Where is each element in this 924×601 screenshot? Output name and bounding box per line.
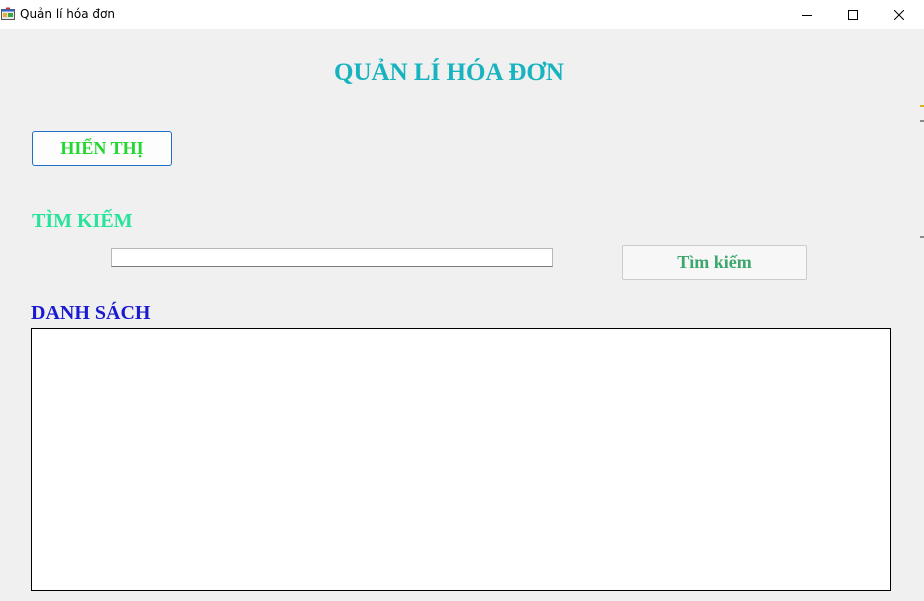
show-button[interactable]: HIỂN THỊ <box>32 131 172 166</box>
minimize-button[interactable] <box>784 0 830 29</box>
window-title: Quản lí hóa đơn <box>20 7 115 21</box>
form-heading: QUẢN LÍ HÓA ĐƠN <box>334 59 564 86</box>
app-icon[interactable] <box>1 6 15 20</box>
main-window: Quản lí hóa đơn QUẢN LÍ HÓA ĐƠN HIỂN THỊ… <box>0 0 924 601</box>
title-bar[interactable]: Quản lí hóa đơn <box>0 0 924 29</box>
invoice-list-grid[interactable] <box>31 328 891 591</box>
minimize-icon <box>802 14 812 16</box>
search-label: TÌM KIẾM <box>32 210 133 232</box>
search-button[interactable]: Tìm kiếm <box>622 245 807 280</box>
maximize-button[interactable] <box>830 0 876 29</box>
close-icon <box>894 9 904 20</box>
search-input[interactable] <box>111 248 553 267</box>
edge-artifact <box>920 236 924 238</box>
edge-artifact <box>920 105 924 107</box>
maximize-icon <box>848 9 858 20</box>
edge-artifact <box>920 120 924 122</box>
list-label: DANH SÁCH <box>31 302 151 324</box>
close-button[interactable] <box>876 0 922 29</box>
